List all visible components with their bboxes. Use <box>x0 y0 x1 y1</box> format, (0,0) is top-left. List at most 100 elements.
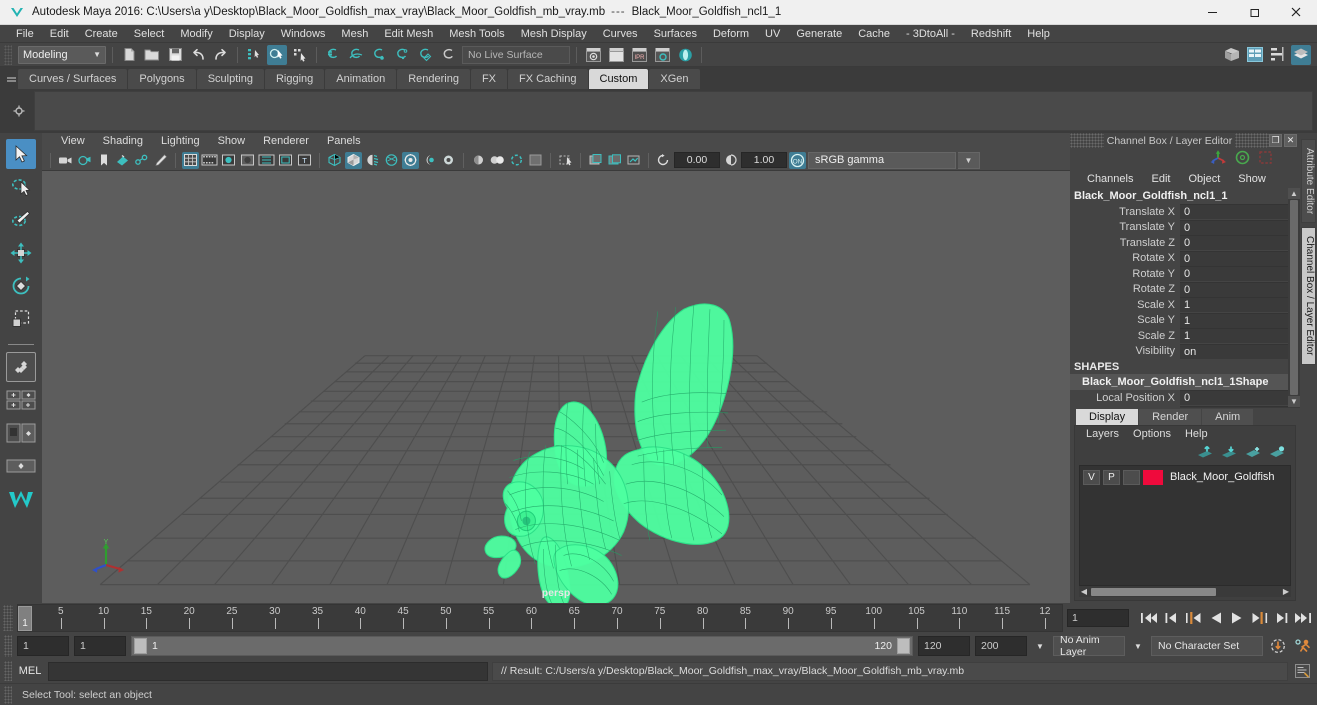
snap-to-view-plane-icon[interactable] <box>415 45 435 65</box>
lasso-select-tool[interactable] <box>6 172 36 202</box>
menu-3dtoall[interactable]: - 3DtoAll - <box>898 25 963 43</box>
image-region-icon[interactable] <box>625 152 642 169</box>
range-slider-right-handle[interactable] <box>897 638 910 654</box>
channel-row-translate-y[interactable]: Translate Y 0 <box>1070 219 1288 236</box>
menu-surfaces[interactable]: Surfaces <box>646 25 705 43</box>
step-forward-frame-icon[interactable] <box>1249 608 1269 628</box>
multisample-icon[interactable] <box>489 152 506 169</box>
toggle-ui-icon[interactable] <box>1222 45 1242 65</box>
new-layer-icon[interactable] <box>1245 445 1261 462</box>
toolbar-grip[interactable] <box>4 44 12 65</box>
perspective-viewport[interactable]: Y persp <box>42 171 1070 603</box>
channel-value[interactable]: 0 <box>1180 204 1288 220</box>
shelf-tab-curves-surfaces[interactable]: Curves / Surfaces <box>18 69 128 89</box>
viewport-menu-lighting[interactable]: Lighting <box>152 133 209 150</box>
layer-name[interactable]: Black_Moor_Goldfish <box>1166 471 1275 483</box>
menu-create[interactable]: Create <box>77 25 126 43</box>
exposure-reset-icon[interactable] <box>655 152 672 169</box>
menu-curves[interactable]: Curves <box>595 25 646 43</box>
resolution-gate-icon[interactable] <box>220 152 237 169</box>
image-plane-icon[interactable] <box>114 152 131 169</box>
menu-mesh-tools[interactable]: Mesh Tools <box>441 25 512 43</box>
menu-set-selector[interactable]: Modeling ▼ <box>18 45 106 64</box>
maya-logo-icon[interactable] <box>6 484 36 514</box>
command-line-grip[interactable] <box>4 661 12 681</box>
playblast-icon[interactable] <box>606 152 623 169</box>
menu-help[interactable]: Help <box>1019 25 1058 43</box>
channel-value[interactable]: on <box>1180 343 1288 359</box>
film-gate-icon[interactable] <box>201 152 218 169</box>
minimize-button[interactable] <box>1191 0 1233 25</box>
exposure-field[interactable]: 0.00 <box>674 152 720 168</box>
play-forwards-icon[interactable] <box>1227 608 1247 628</box>
safe-action-icon[interactable] <box>277 152 294 169</box>
current-frame-field[interactable]: 1 <box>1067 609 1129 627</box>
tab-render[interactable]: Render <box>1139 409 1202 425</box>
channel-row-local-position-x[interactable]: Local Position X 0 <box>1070 390 1288 406</box>
scroll-left-icon[interactable]: ◀ <box>1079 587 1089 596</box>
tool-settings-icon[interactable] <box>1268 45 1288 65</box>
field-chart-icon[interactable] <box>258 152 275 169</box>
wireframe-icon[interactable] <box>326 152 343 169</box>
live-surface-field[interactable]: No Live Surface <box>462 45 570 64</box>
select-by-object-icon[interactable] <box>267 44 287 65</box>
menu-deform[interactable]: Deform <box>705 25 757 43</box>
chevron-down-icon[interactable]: ▼ <box>1130 642 1146 651</box>
menu-redshift[interactable]: Redshift <box>963 25 1019 43</box>
shelf-options-icon[interactable] <box>4 91 34 131</box>
layer-row[interactable]: V P Black_Moor_Goldfish <box>1083 469 1287 485</box>
time-slider-cursor[interactable]: 1 <box>18 606 32 631</box>
panel-drag-handle-right[interactable] <box>1235 133 1269 148</box>
tab-anim[interactable]: Anim <box>1202 409 1254 425</box>
viewport-menu-show[interactable]: Show <box>209 133 255 150</box>
rotate-manipulator-icon[interactable] <box>1234 149 1251 169</box>
channel-row-scale-x[interactable]: Scale X 1 <box>1070 297 1288 313</box>
hypershade-icon[interactable] <box>675 45 695 65</box>
scroll-up-icon[interactable]: ▲ <box>1288 188 1300 199</box>
channel-value[interactable]: 1 <box>1180 297 1288 313</box>
menu-edit-mesh[interactable]: Edit Mesh <box>376 25 441 43</box>
channelbox-shape-node-name[interactable]: Black_Moor_Goldfish_ncl1_1Shape <box>1070 374 1288 390</box>
channelbox-menu-edit[interactable]: Edit <box>1142 170 1179 188</box>
scale-manipulator-icon[interactable] <box>1257 149 1274 169</box>
layer-list-horizontal-scrollbar[interactable]: ◀ ▶ <box>1079 586 1291 597</box>
snap-to-point-icon[interactable] <box>369 45 389 65</box>
panel-drag-handle[interactable] <box>1070 133 1104 148</box>
paint-select-tool[interactable] <box>6 205 36 235</box>
layer-list[interactable]: V P Black_Moor_Goldfish <box>1079 465 1291 586</box>
time-slider[interactable]: 1 5 10 15 20 25 30 35 40 45 50 55 60 65 70 75 80 85 90 95 1… <box>17 604 1063 632</box>
shelf-tab-rendering[interactable]: Rendering <box>397 69 470 89</box>
move-layer-up-icon[interactable] <box>1197 445 1213 462</box>
layer-visibility-toggle[interactable]: V <box>1083 469 1100 485</box>
step-back-keyframe-icon[interactable] <box>1161 608 1181 628</box>
sidetab-attribute-editor[interactable]: Attribute Editor <box>1301 139 1316 224</box>
menu-mesh[interactable]: Mesh <box>333 25 376 43</box>
grid-toggle-icon[interactable] <box>182 151 199 169</box>
four-view-layout[interactable] <box>6 385 36 415</box>
options-menu[interactable]: Options <box>1126 426 1178 443</box>
maximize-button[interactable] <box>1233 0 1275 25</box>
character-set-selector[interactable]: No Character Set <box>1151 636 1263 656</box>
scrollbar-thumb[interactable] <box>1290 200 1298 395</box>
gamma-reset-icon[interactable] <box>722 152 739 169</box>
viewport-menu-view[interactable]: View <box>52 133 94 150</box>
command-language-label[interactable]: MEL <box>12 665 48 677</box>
channel-value[interactable]: 1 <box>1180 312 1288 328</box>
command-input[interactable] <box>48 661 488 681</box>
channel-value[interactable]: 0 <box>1180 281 1288 297</box>
close-button[interactable] <box>1275 0 1317 25</box>
step-back-frame-icon[interactable] <box>1183 608 1203 628</box>
playback-start-time-field[interactable]: 1 <box>74 636 126 656</box>
snapshot-icon[interactable] <box>587 152 604 169</box>
open-scene-icon[interactable] <box>142 45 162 65</box>
move-manipulator-icon[interactable] <box>1209 149 1228 169</box>
shaded-wireframe-icon[interactable] <box>364 152 381 169</box>
viewport-menu-panels[interactable]: Panels <box>318 133 370 150</box>
channel-box-icon[interactable] <box>1291 44 1311 65</box>
shelf-tab-sculpting[interactable]: Sculpting <box>196 69 264 89</box>
color-management-toggle[interactable]: ON <box>789 151 806 169</box>
channel-value[interactable]: 0 <box>1180 250 1288 266</box>
menu-modify[interactable]: Modify <box>172 25 220 43</box>
menu-cache[interactable]: Cache <box>850 25 898 43</box>
grab-icon[interactable] <box>557 152 574 169</box>
